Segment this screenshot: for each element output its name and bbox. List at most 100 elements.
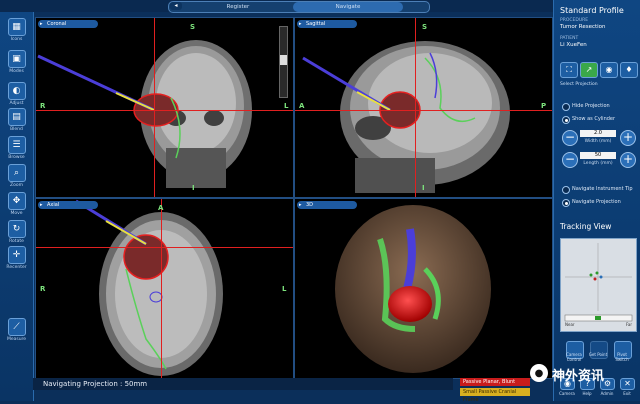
threed-view[interactable]: ▸ 3D xyxy=(294,198,553,379)
tool-zoom[interactable]: ⌕ Zoom xyxy=(4,164,29,192)
length-minus-button[interactable]: − xyxy=(562,152,578,168)
profile-title: Standard Profile xyxy=(560,6,624,15)
tool-recenter[interactable]: ✛ Recenter xyxy=(4,246,29,274)
rotate-icon: ↻ xyxy=(7,220,26,238)
tool-label: Adjust xyxy=(9,101,24,106)
crosshair-v xyxy=(161,199,162,378)
zoom-icon: ⌕ xyxy=(7,164,26,182)
tool-label: Recenter xyxy=(6,265,27,270)
crosshair-h xyxy=(36,247,293,248)
axial-view[interactable]: ▸ Axial A R L xyxy=(35,198,294,379)
tool-move[interactable]: ✥ Move xyxy=(4,192,29,220)
snapshot-button[interactable]: ◉ xyxy=(600,62,618,78)
length-field[interactable]: 50 xyxy=(580,152,616,159)
show-cylinder-radio[interactable] xyxy=(562,116,570,124)
view-title: Coronal xyxy=(47,21,67,27)
view-header-sagittal[interactable]: ▸ Sagittal xyxy=(297,20,357,28)
procedure-value: Tumor Resection xyxy=(560,24,606,30)
crosshair-h xyxy=(36,110,293,111)
orient-bottom: I xyxy=(422,184,425,192)
orient-left: R xyxy=(40,102,46,110)
exit-label: Exit xyxy=(623,391,631,396)
hide-projection-label: Hide Projection xyxy=(572,103,610,109)
sagittal-view[interactable]: ▸ Sagittal S I A P xyxy=(294,17,553,198)
fit-view-icon: ⛶ xyxy=(566,65,572,74)
tool-browse[interactable]: ☰ Browse xyxy=(4,136,29,164)
orient-top: S xyxy=(190,23,196,31)
tool-label: Modes xyxy=(9,69,24,74)
tracking-view: Near Far xyxy=(560,238,637,332)
tool-label: Rotate xyxy=(9,239,24,244)
tool-blend[interactable]: ▤ Blend xyxy=(4,108,29,136)
patient-value: Li XueFen xyxy=(560,42,587,48)
orient-left: A xyxy=(299,102,305,110)
watermark-text: 神外资讯 xyxy=(552,369,605,384)
back-button[interactable]: ◂ xyxy=(170,2,182,10)
orient-top: S xyxy=(422,23,428,31)
tool-icons[interactable]: ▦ Icons xyxy=(4,18,29,46)
navigate-projection-radio[interactable] xyxy=(562,199,570,207)
instrument-secondary: Small Passive Cranial Frame xyxy=(460,388,530,403)
tool-modes[interactable]: ▣ Modes xyxy=(4,50,29,78)
tool-label: Browse xyxy=(8,155,25,160)
orient-right: P xyxy=(541,102,547,110)
wechat-icon: ● xyxy=(530,364,548,382)
sagittal-image xyxy=(302,41,510,193)
tool-measure[interactable]: ⟋ Measure xyxy=(4,318,29,346)
width-label: Width (mm) xyxy=(584,139,612,144)
hide-projection-radio[interactable] xyxy=(562,103,570,111)
view-header-3d[interactable]: ▸ 3D xyxy=(297,201,357,209)
left-toolbar: ▦ Icons ▣ Modes ◐ Adjust ▤ Blend ☰ Browse ⌕ Zo… xyxy=(0,12,34,401)
length-plus-button[interactable]: + xyxy=(620,152,636,168)
browse-icon: ☰ xyxy=(7,136,26,154)
right-panel: Standard Profile PROCEDURE Tumor Resecti… xyxy=(553,0,640,401)
microphone-button[interactable]: ♦ xyxy=(620,62,638,78)
slice-slider[interactable] xyxy=(279,26,288,98)
view-header-axial[interactable]: ▸ Axial xyxy=(38,201,98,209)
adjust-icon: ◐ xyxy=(7,82,26,100)
measure-icon: ⟋ xyxy=(7,318,26,336)
width-field[interactable]: 2.0 xyxy=(580,130,616,137)
crosshair-v xyxy=(415,18,416,197)
view-title: Axial xyxy=(47,202,60,208)
view-header-coronal[interactable]: ▸ Coronal xyxy=(38,20,98,28)
navigate-projection-label: Navigate Projection xyxy=(572,199,621,205)
watermark: ● 神外资讯 xyxy=(528,362,638,384)
width-minus-button[interactable]: − xyxy=(562,130,578,146)
fit-view-button[interactable]: ⛶ xyxy=(560,62,578,78)
pivot-switch-label: Pivot Switch xyxy=(615,352,629,362)
tab-register[interactable]: Register xyxy=(183,2,293,12)
mode-tabs: Register Navigate xyxy=(168,1,430,13)
orient-bottom: I xyxy=(192,184,195,192)
camera-control-label: Camera Control xyxy=(566,352,582,362)
slider-knob[interactable] xyxy=(280,55,287,65)
crosshair-h xyxy=(295,110,552,111)
width-plus-button[interactable]: + xyxy=(620,130,636,146)
orient-right: L xyxy=(284,102,289,110)
orient-right: L xyxy=(282,285,287,293)
get-point-label: Get Point xyxy=(588,352,608,357)
view-title: 3D xyxy=(306,202,314,208)
tool-label: Icons xyxy=(10,37,23,42)
axial-image xyxy=(75,199,223,376)
move-icon: ✥ xyxy=(7,192,26,210)
tracking-title: Tracking View xyxy=(560,222,612,231)
tool-adjust[interactable]: ◐ Adjust xyxy=(4,82,29,110)
tool-label: Measure xyxy=(6,337,27,342)
modes-icon: ▣ xyxy=(7,50,26,68)
tool-label: Move xyxy=(10,211,23,216)
navigate-tip-radio[interactable] xyxy=(562,186,570,194)
coronal-view[interactable]: ▸ Coronal S I R L xyxy=(35,17,294,198)
tab-navigate[interactable]: Navigate xyxy=(293,2,403,12)
camera-icon: ◉ xyxy=(605,65,613,74)
tool-label: Blend xyxy=(10,127,23,132)
pointer-button[interactable]: ↗ xyxy=(580,62,598,78)
help-label: Help xyxy=(582,391,592,396)
microphone-icon: ♦ xyxy=(625,65,633,74)
procedure-label: PROCEDURE xyxy=(560,18,589,23)
orient-left: R xyxy=(40,285,46,293)
show-cylinder-label: Show as Cylinder xyxy=(572,116,616,122)
tool-rotate[interactable]: ↻ Rotate xyxy=(4,220,29,248)
tool-label: Zoom xyxy=(10,183,23,188)
view-title: Sagittal xyxy=(306,21,326,27)
